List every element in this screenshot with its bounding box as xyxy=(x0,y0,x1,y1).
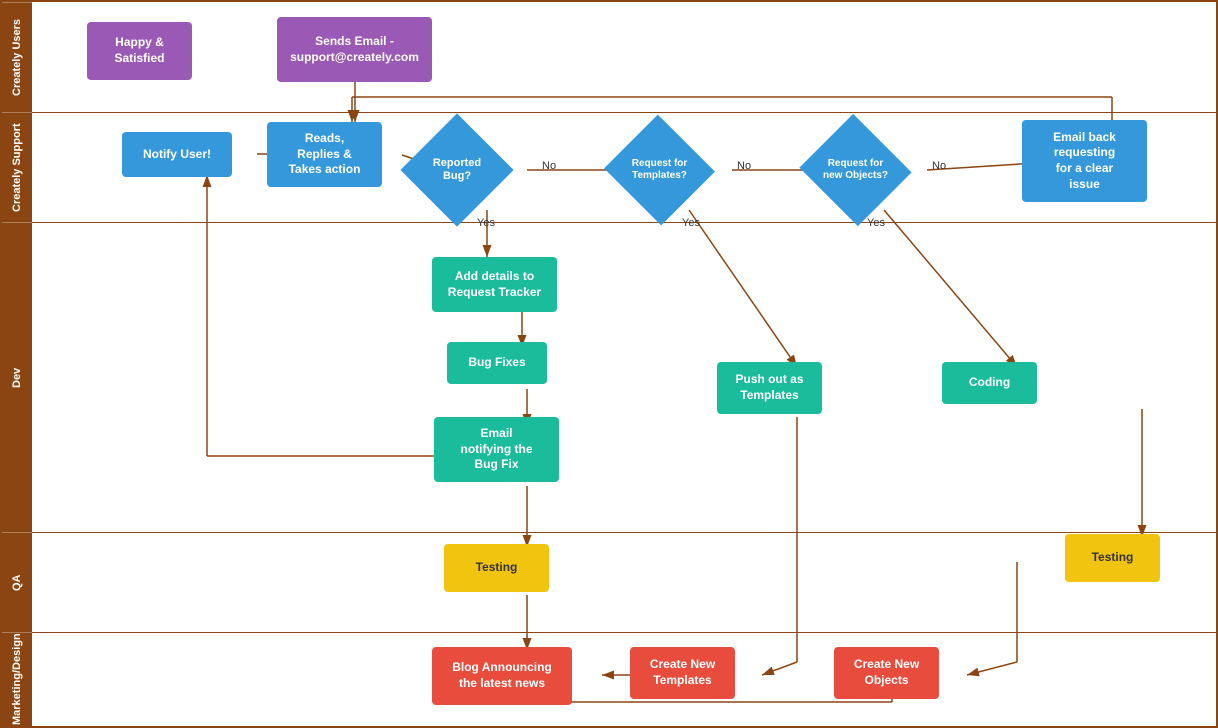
label-yes-3: Yes xyxy=(867,217,885,229)
node-testing-right[interactable]: Testing xyxy=(1065,534,1160,582)
node-sends-email[interactable]: Sends Email - support@creately.com xyxy=(277,17,432,82)
lane-label-marketing: Marketing/Design xyxy=(2,632,32,726)
node-testing-left[interactable]: Testing xyxy=(444,544,549,592)
label-no-2: No xyxy=(737,160,751,172)
node-email-notifying[interactable]: Emailnotifying theBug Fix xyxy=(434,417,559,482)
label-yes-2: Yes xyxy=(682,217,700,229)
node-bug-fixes[interactable]: Bug Fixes xyxy=(447,342,547,384)
swim-lanes: Creately Users Creately Support Dev QA M… xyxy=(2,2,32,726)
lane-label-creately-users: Creately Users xyxy=(2,2,32,112)
lane-line-3 xyxy=(32,532,1216,533)
node-request-templates[interactable]: Request forTemplates? xyxy=(617,130,702,210)
lane-line-1 xyxy=(32,112,1216,113)
lane-dividers xyxy=(32,2,1216,726)
lane-label-qa: QA xyxy=(2,532,32,632)
node-create-templates[interactable]: Create NewTemplates xyxy=(630,647,735,699)
node-coding[interactable]: Coding xyxy=(942,362,1037,404)
diagram-container: Creately Users Creately Support Dev QA M… xyxy=(0,0,1218,728)
node-reads-replies[interactable]: Reads,Replies &Takes action xyxy=(267,122,382,187)
label-yes-1: Yes xyxy=(477,217,495,229)
node-happy-satisfied[interactable]: Happy & Satisfied xyxy=(87,22,192,80)
lane-label-dev: Dev xyxy=(2,222,32,532)
node-reported-bug[interactable]: ReportedBug? xyxy=(417,130,497,210)
node-push-templates[interactable]: Push out asTemplates xyxy=(717,362,822,414)
node-create-objects[interactable]: Create NewObjects xyxy=(834,647,939,699)
node-email-back[interactable]: Email backrequestingfor a clearissue xyxy=(1022,120,1147,202)
lane-label-creately-support: Creately Support xyxy=(2,112,32,222)
node-add-details[interactable]: Add details toRequest Tracker xyxy=(432,257,557,312)
label-no-1: No xyxy=(542,160,556,172)
lane-line-4 xyxy=(32,632,1216,633)
lane-line-2 xyxy=(32,222,1216,223)
node-blog-announcing[interactable]: Blog Announcingthe latest news xyxy=(432,647,572,705)
label-no-3: No xyxy=(932,160,946,172)
node-request-objects[interactable]: Request fornew Objects? xyxy=(812,130,899,210)
node-notify-user[interactable]: Notify User! xyxy=(122,132,232,177)
